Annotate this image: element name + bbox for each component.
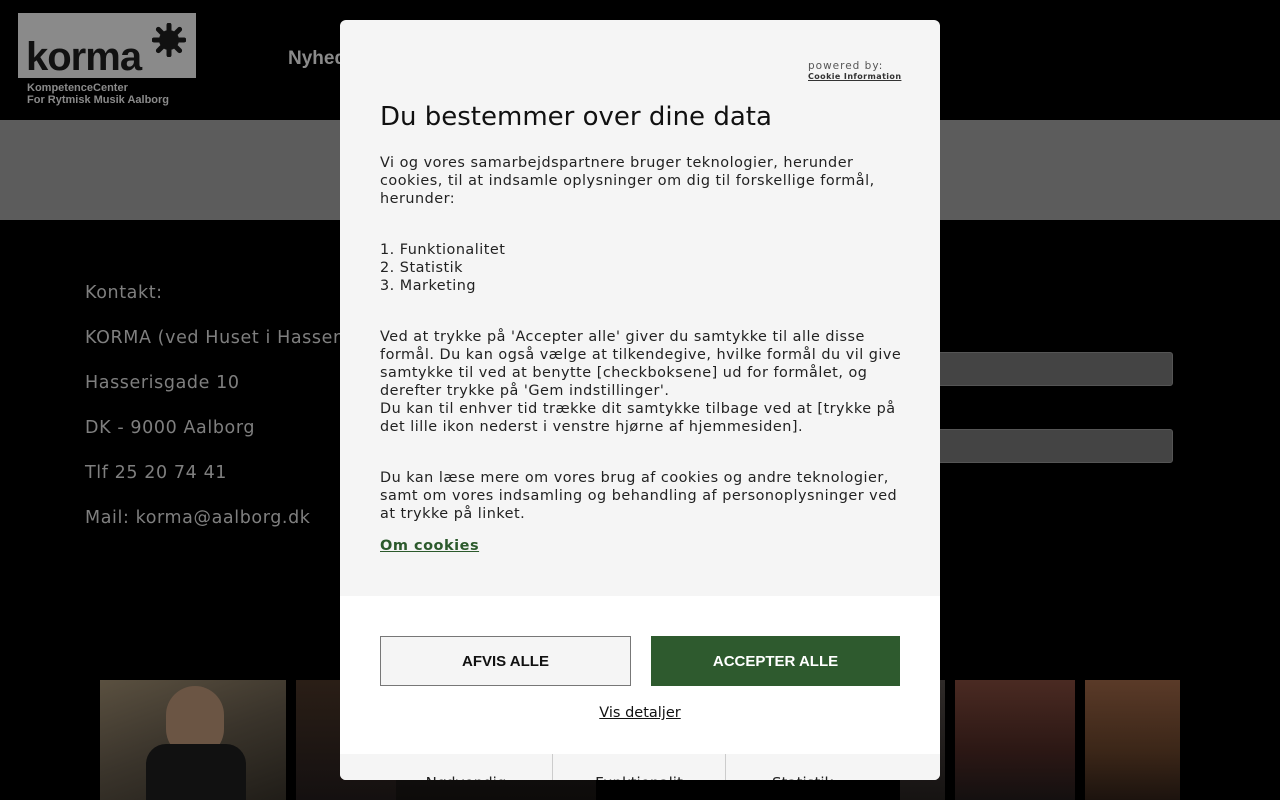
powered-by: powered by: Cookie Information xyxy=(808,60,901,81)
category-tabs: Nødvendig Funktionalit Statistik xyxy=(340,754,940,780)
show-details-link[interactable]: Vis detaljer xyxy=(340,705,940,721)
consent-text-1: Ved at trykke på 'Accepter alle' giver d… xyxy=(380,329,902,399)
more-info-text: Du kan læse mere om vores brug af cookie… xyxy=(380,470,898,522)
purpose-item-3: 3. Marketing xyxy=(380,278,477,294)
dialog-title: Du bestemmer over dine data xyxy=(380,102,772,132)
tab-necessary[interactable]: Nødvendig xyxy=(340,754,553,780)
about-cookies-link[interactable]: Om cookies xyxy=(380,538,479,554)
cookie-consent-dialog: powered by: Cookie Information Du bestem… xyxy=(340,20,940,780)
tab-statistics[interactable]: Statistik xyxy=(726,754,940,780)
powered-by-brand-link[interactable]: Cookie Information xyxy=(808,72,901,81)
intro-text: Vi og vores samarbejdspartnere bruger te… xyxy=(380,155,875,207)
consent-text-2: Du kan til enhver tid trække dit samtykk… xyxy=(380,401,896,435)
dialog-body: Vi og vores samarbejdspartnere bruger te… xyxy=(380,154,905,523)
accept-all-button[interactable]: ACCEPTER ALLE xyxy=(651,636,900,686)
purpose-item-2: 2. Statistik xyxy=(380,260,464,276)
tab-functionality[interactable]: Funktionalit xyxy=(553,754,726,780)
powered-by-label: powered by: xyxy=(808,60,884,72)
purpose-item-1: 1. Funktionalitet xyxy=(380,242,506,258)
reject-all-button[interactable]: AFVIS ALLE xyxy=(380,636,631,686)
dialog-footer: AFVIS ALLE ACCEPTER ALLE Vis detaljer xyxy=(340,596,940,754)
